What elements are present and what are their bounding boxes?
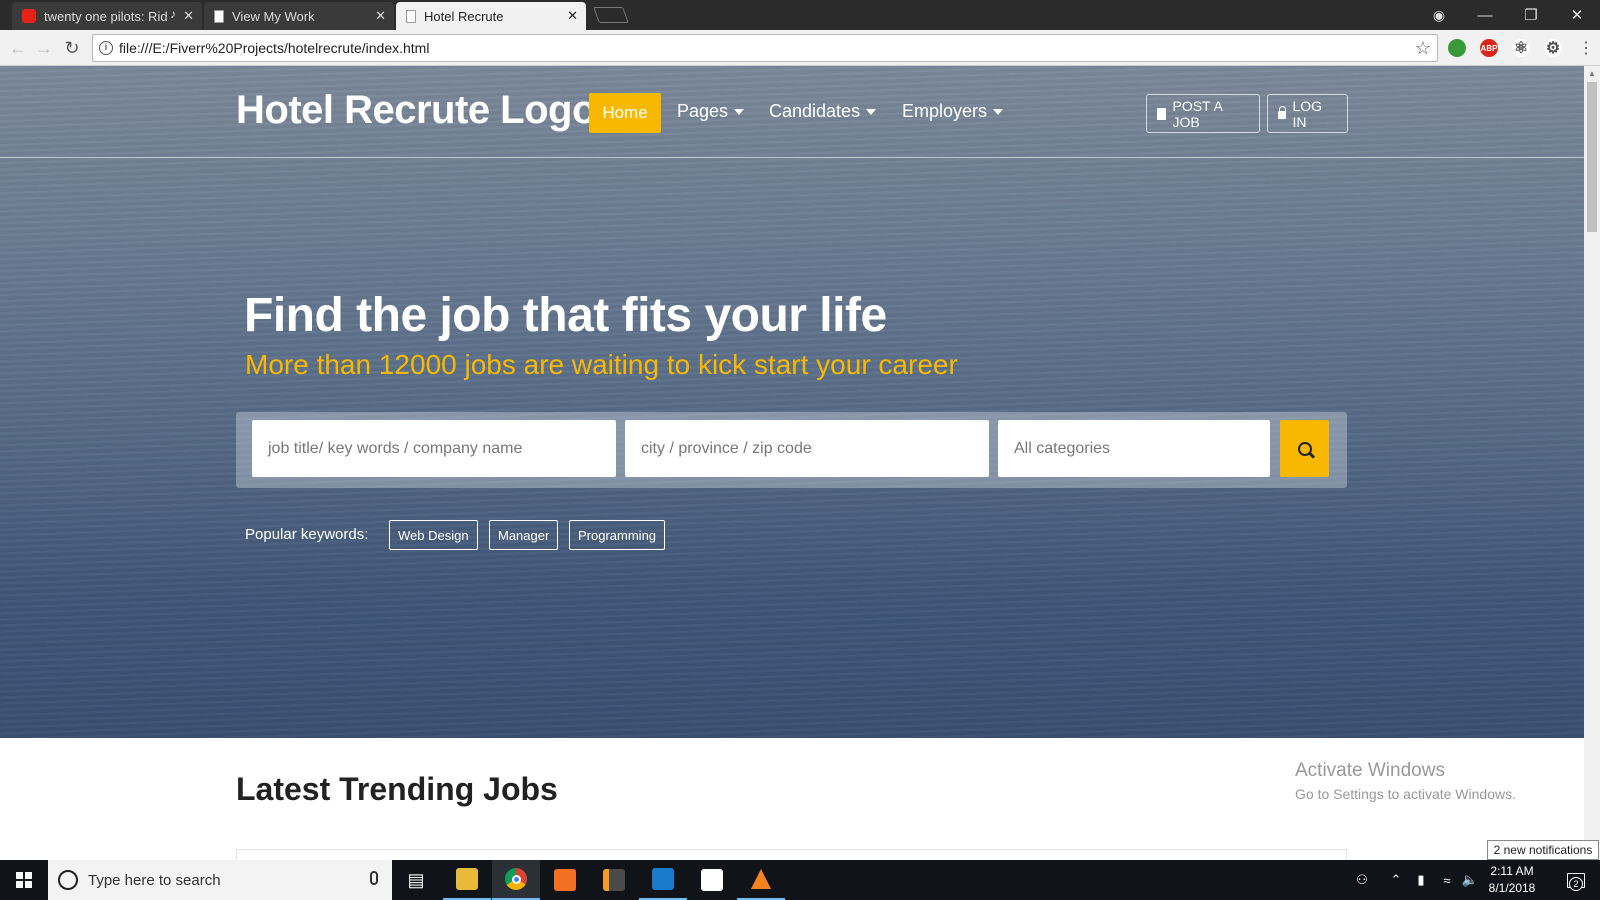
category-select[interactable]: All categories — [998, 420, 1270, 477]
post-job-label: POST A JOB — [1172, 97, 1223, 130]
keyword-manager[interactable]: Manager — [489, 520, 559, 550]
battery-icon[interactable]: ▮ — [1410, 860, 1432, 900]
profile-icon[interactable]: ◉ — [1416, 0, 1462, 30]
nav-label: Pages — [677, 101, 729, 121]
windows-logo-icon — [16, 872, 32, 888]
close-tab-icon[interactable]: ✕ — [183, 8, 194, 24]
clock-time: 2:11 AM — [1490, 864, 1534, 878]
search-placeholder: Type here to search — [88, 871, 221, 889]
taskbar: Type here to search ▤ ⚇ ⌃ ▮ ≈ 🔈 2:11 AM … — [0, 860, 1600, 900]
back-icon[interactable]: ← — [6, 36, 30, 60]
lock-icon — [1278, 106, 1287, 119]
post-job-button[interactable]: POST A JOB — [1146, 94, 1260, 133]
popular-keywords-label: Popular keywords: — [245, 526, 369, 543]
people-icon[interactable]: ⚇ — [1350, 860, 1374, 900]
reload-icon[interactable]: ↻ — [60, 36, 84, 60]
chrome-logo — [505, 868, 527, 890]
document-icon — [1157, 107, 1167, 120]
notification-tooltip: 2 new notifications — [1487, 840, 1599, 860]
nav-employers[interactable]: Employers — [902, 101, 1004, 122]
info-icon[interactable]: i — [99, 41, 113, 55]
task-view-icon[interactable]: ▤ — [392, 860, 440, 900]
vscode-icon[interactable] — [639, 860, 687, 900]
site-logo[interactable]: Hotel Recrute Logo — [236, 88, 596, 133]
activate-subtitle: Go to Settings to activate Windows. — [1295, 786, 1516, 802]
activate-windows-watermark: Activate Windows Go to Settings to activ… — [1295, 760, 1516, 802]
tab-hotel-recrute[interactable]: Hotel Recrute ✕ — [396, 2, 586, 30]
nav-label: Candidates — [769, 101, 861, 121]
page-icon — [406, 9, 416, 23]
page-viewport: Hotel Recrute Logo Home Pages Candidates… — [0, 66, 1584, 860]
url-text: file:///E:/Fiverr%20Projects/hotelrecrut… — [119, 40, 430, 56]
xampp-icon[interactable] — [541, 860, 589, 900]
tab-youtube[interactable]: twenty one pilots: Rid ♪ ✕ — [12, 2, 202, 30]
notification-count-badge: 2 — [1569, 877, 1583, 891]
close-window-button[interactable]: ✕ — [1554, 0, 1600, 30]
youtube-icon — [22, 9, 36, 23]
abp-icon[interactable]: ABP — [1480, 39, 1498, 57]
search-button[interactable] — [1280, 420, 1329, 477]
taskbar-search[interactable]: Type here to search — [48, 860, 392, 900]
chrome-icon[interactable] — [492, 860, 540, 900]
job-card[interactable] — [236, 849, 1347, 860]
tab-title: Hotel Recrute — [424, 8, 504, 24]
hero-title: Find the job that fits your life — [244, 289, 887, 342]
restore-button[interactable]: ❐ — [1508, 0, 1554, 30]
hero-subtitle: More than 12000 jobs are waiting to kick… — [245, 349, 958, 380]
tab-title: View My Work — [232, 8, 315, 24]
nav-label: Employers — [902, 101, 988, 121]
nav-home[interactable]: Home — [589, 93, 661, 133]
nav-candidates[interactable]: Candidates — [769, 101, 877, 122]
keyword-programming[interactable]: Programming — [569, 520, 666, 550]
audio-icon[interactable]: ♪ — [170, 7, 176, 21]
close-tab-icon[interactable]: ✕ — [567, 8, 578, 24]
caret-down-icon — [866, 108, 877, 115]
menu-icon[interactable]: ⋮ — [1574, 36, 1598, 60]
scrollbar-thumb[interactable] — [1587, 82, 1597, 232]
browser-tab-bar: twenty one pilots: Rid ♪ ✕ View My Work … — [0, 0, 1600, 30]
browser-toolbar: ← → ↻ i file:///E:/Fiverr%20Projects/hot… — [0, 30, 1600, 66]
search-bar: job title/ key words / company name city… — [236, 412, 1347, 488]
login-label: LOG IN — [1292, 97, 1323, 130]
show-hidden-icons-icon[interactable]: ⌃ — [1386, 860, 1406, 900]
caret-down-icon — [734, 108, 745, 115]
new-tab-button[interactable] — [593, 7, 629, 23]
hero-section: Hotel Recrute Logo Home Pages Candidates… — [0, 66, 1584, 738]
keywords-input[interactable]: job title/ key words / company name — [252, 420, 616, 477]
activate-title: Activate Windows — [1295, 760, 1445, 781]
scroll-up-icon[interactable]: ▲ — [1588, 69, 1596, 78]
page-scrollbar[interactable]: ▲ — [1584, 66, 1600, 860]
clock-date: 8/1/2018 — [1488, 881, 1536, 895]
bookmark-star-icon[interactable]: ☆ — [1415, 38, 1431, 59]
location-input[interactable]: city / province / zip code — [625, 420, 989, 477]
nav-divider — [0, 157, 1584, 158]
microphone-icon[interactable] — [370, 871, 378, 885]
file-explorer-icon[interactable] — [443, 860, 491, 900]
caret-down-icon — [993, 108, 1004, 115]
tab-title: twenty one pilots: Rid — [44, 8, 168, 24]
minimize-button[interactable]: — — [1462, 0, 1508, 30]
search-icon — [1297, 441, 1312, 456]
react-devtools-icon[interactable]: ⚛ — [1512, 39, 1530, 57]
tab-view-my-work[interactable]: View My Work ✕ — [204, 2, 394, 30]
wifi-icon[interactable]: ≈ — [1436, 860, 1458, 900]
settings-extension-icon[interactable]: ⚙ — [1544, 39, 1562, 57]
clock[interactable]: 2:11 AM 8/1/2018 — [1476, 863, 1548, 897]
address-bar[interactable]: i file:///E:/Fiverr%20Projects/hotelrecr… — [92, 34, 1438, 62]
close-tab-icon[interactable]: ✕ — [375, 8, 386, 24]
sublime-text-icon[interactable] — [590, 860, 638, 900]
nav-pages[interactable]: Pages — [677, 101, 745, 122]
start-button[interactable] — [0, 860, 48, 900]
page-icon — [214, 9, 224, 23]
section-title: Latest Trending Jobs — [236, 771, 558, 807]
sticky-notes-icon[interactable] — [688, 860, 736, 900]
forward-icon[interactable]: → — [32, 36, 56, 60]
vlc-icon[interactable] — [737, 860, 785, 900]
cortana-icon — [58, 870, 78, 890]
login-button[interactable]: LOG IN — [1267, 94, 1348, 133]
keyword-web-design[interactable]: Web Design — [389, 520, 478, 550]
chrome-color-ext-icon[interactable] — [1448, 39, 1466, 57]
